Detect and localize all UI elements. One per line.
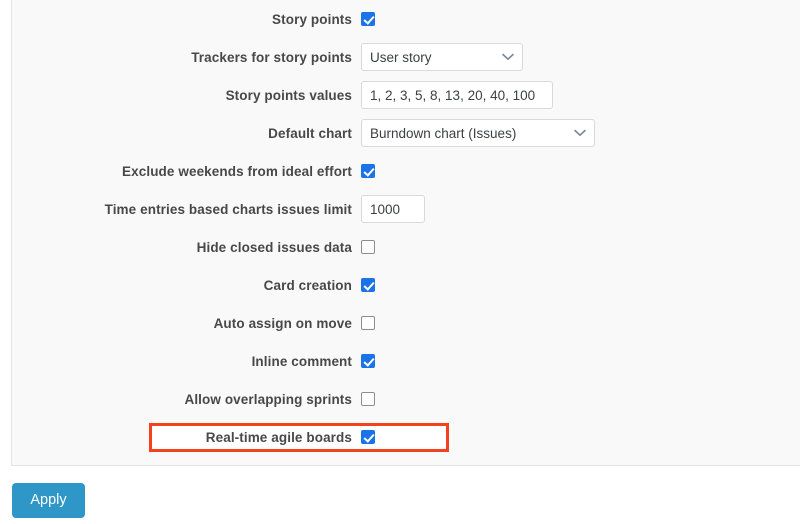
setting-row-inline-comment: Inline comment (12, 342, 772, 380)
setting-label-auto-assign-on-move: Auto assign on move (12, 316, 361, 331)
setting-row-hide-closed-issues-data: Hide closed issues data (12, 228, 772, 266)
setting-control-inline-comment (361, 354, 375, 368)
setting-row-auto-assign-on-move: Auto assign on move (12, 304, 772, 342)
checkbox-hide-closed-issues-data[interactable] (361, 240, 375, 254)
setting-row-story-points: Story points (12, 0, 772, 38)
checkbox-card-creation[interactable] (361, 278, 375, 292)
checkbox-auto-assign-on-move[interactable] (361, 316, 375, 330)
checkbox-inline-comment[interactable] (361, 354, 375, 368)
settings-panel: Story points Trackers for story points Use… (11, 0, 800, 466)
setting-label-inline-comment: Inline comment (12, 354, 361, 369)
input-story-points-values[interactable]: 1, 2, 3, 5, 8, 13, 20, 40, 100 (361, 81, 553, 109)
checkbox-real-time-agile-boards[interactable] (361, 430, 375, 444)
settings-page: Story points Trackers for story points Use… (0, 0, 800, 524)
setting-label-trackers-for-story-points: Trackers for story points (12, 50, 361, 65)
checkbox-exclude-weekends-from-ideal-effort[interactable] (361, 164, 375, 178)
setting-label-story-points: Story points (12, 12, 361, 27)
setting-control-story-points (361, 12, 375, 26)
setting-control-default-chart: Burndown chart (Issues) (361, 119, 595, 147)
select-trackers-for-story-points[interactable]: User story (361, 43, 523, 71)
setting-label-real-time-agile-boards: Real-time agile boards (12, 430, 361, 445)
setting-label-default-chart: Default chart (12, 126, 361, 141)
checkbox-story-points[interactable] (361, 12, 375, 26)
setting-label-exclude-weekends-from-ideal-effort: Exclude weekends from ideal effort (12, 164, 361, 179)
setting-control-time-entries-based-charts-issues-limit: 1000 (361, 195, 425, 223)
setting-row-card-creation: Card creation (12, 266, 772, 304)
setting-control-hide-closed-issues-data (361, 240, 375, 254)
setting-label-allow-overlapping-sprints: Allow overlapping sprints (12, 392, 361, 407)
setting-control-real-time-agile-boards (361, 430, 375, 444)
setting-control-exclude-weekends-from-ideal-effort (361, 164, 375, 178)
setting-control-auto-assign-on-move (361, 316, 375, 330)
apply-button[interactable]: Apply (12, 483, 85, 518)
select-default-chart[interactable]: Burndown chart (Issues) (361, 119, 595, 147)
input-time-entries-based-charts-issues-limit[interactable]: 1000 (361, 195, 425, 223)
setting-row-exclude-weekends-from-ideal-effort: Exclude weekends from ideal effort (12, 152, 772, 190)
checkbox-allow-overlapping-sprints[interactable] (361, 392, 375, 406)
setting-label-card-creation: Card creation (12, 278, 361, 293)
chevron-down-icon (574, 129, 586, 137)
setting-control-trackers-for-story-points: User story (361, 43, 523, 71)
settings-form: Story points Trackers for story points Use… (12, 0, 772, 456)
chevron-down-icon (502, 53, 514, 61)
setting-row-time-entries-based-charts-issues-limit: Time entries based charts issues limit10… (12, 190, 772, 228)
select-value-default-chart: Burndown chart (Issues) (370, 126, 516, 141)
setting-control-card-creation (361, 278, 375, 292)
setting-control-allow-overlapping-sprints (361, 392, 375, 406)
setting-row-default-chart: Default chart Burndown chart (Issues) (12, 114, 772, 152)
setting-row-trackers-for-story-points: Trackers for story points User story (12, 38, 772, 76)
setting-row-real-time-agile-boards: Real-time agile boards (12, 418, 772, 456)
setting-label-story-points-values: Story points values (12, 88, 361, 103)
setting-row-story-points-values: Story points values1, 2, 3, 5, 8, 13, 20… (12, 76, 772, 114)
select-value-trackers-for-story-points: User story (370, 50, 432, 65)
setting-control-story-points-values: 1, 2, 3, 5, 8, 13, 20, 40, 100 (361, 81, 553, 109)
setting-label-hide-closed-issues-data: Hide closed issues data (12, 240, 361, 255)
setting-label-time-entries-based-charts-issues-limit: Time entries based charts issues limit (12, 202, 361, 217)
setting-row-allow-overlapping-sprints: Allow overlapping sprints (12, 380, 772, 418)
